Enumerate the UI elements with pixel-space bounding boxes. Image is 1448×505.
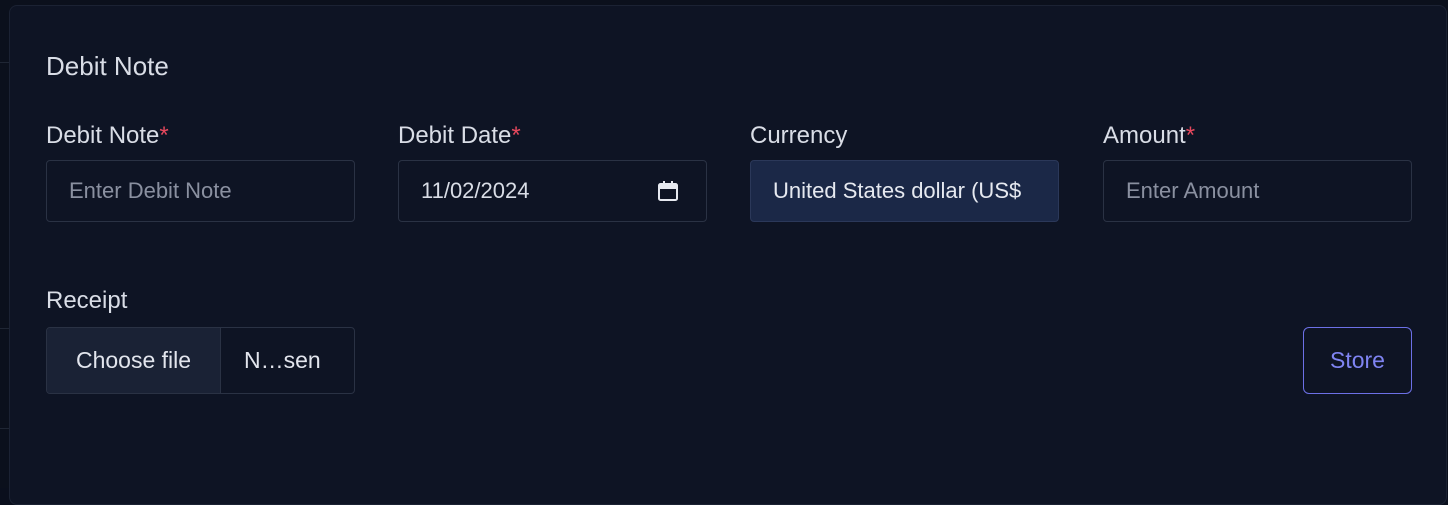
- debit-note-input[interactable]: Enter Debit Note: [46, 160, 355, 222]
- debit-note-modal: Debit Note Debit Note* Enter Debit Note …: [9, 5, 1447, 505]
- currency-select[interactable]: United States dollar (US$: [750, 160, 1059, 222]
- amount-input[interactable]: Enter Amount: [1103, 160, 1412, 222]
- amount-label: Amount*: [1103, 122, 1196, 149]
- debit-note-label: Debit Note*: [46, 122, 169, 149]
- required-marker: *: [511, 122, 521, 149]
- required-marker: *: [159, 122, 169, 149]
- receipt-label: Receipt: [46, 287, 128, 314]
- calendar-icon[interactable]: [657, 180, 679, 202]
- debit-date-value: 11/02/2024: [421, 178, 530, 203]
- debit-date-label: Debit Date*: [398, 122, 521, 149]
- file-status-text: N…sen: [244, 347, 321, 373]
- modal-title: Debit Note: [46, 51, 169, 81]
- choose-file-button[interactable]: Choose file: [47, 328, 221, 393]
- store-button[interactable]: Store: [1303, 327, 1412, 394]
- currency-label: Currency: [750, 122, 848, 149]
- receipt-file-input[interactable]: Choose file N…sen: [46, 327, 355, 394]
- required-marker: *: [1185, 122, 1196, 149]
- debit-date-input[interactable]: 11/02/2024: [398, 160, 707, 222]
